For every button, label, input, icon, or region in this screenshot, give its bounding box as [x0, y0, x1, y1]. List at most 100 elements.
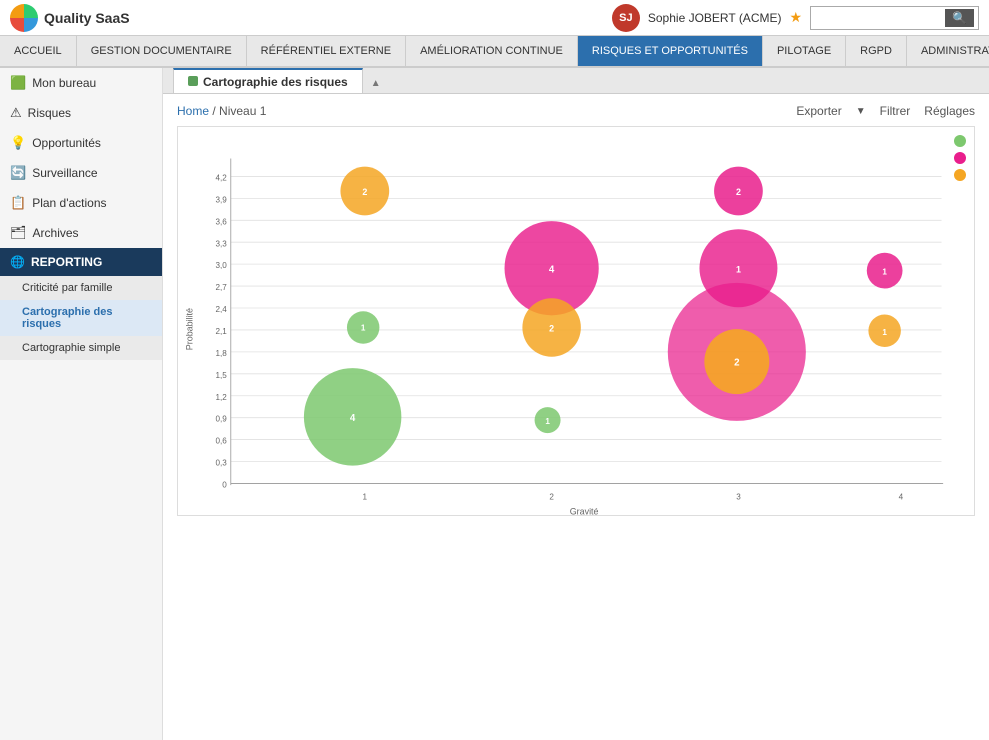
svg-text:2: 2: [549, 324, 554, 334]
svg-text:3,0: 3,0: [215, 261, 227, 270]
nav-item-accueil[interactable]: ACCUEIL: [0, 36, 77, 66]
tab-collapse-icon[interactable]: ▲: [365, 74, 387, 93]
svg-text:4,2: 4,2: [215, 173, 227, 182]
star-icon[interactable]: ★: [789, 9, 802, 26]
svg-text:3,9: 3,9: [215, 195, 227, 204]
sidebar-item-mon-bureau[interactable]: 🟩 Mon bureau: [0, 68, 162, 98]
sidebar-label-4: Plan d'actions: [32, 196, 106, 210]
sidebar-item-risques[interactable]: ⚠ Risques: [0, 98, 162, 128]
username: Sophie JOBERT (ACME): [648, 11, 782, 25]
sidebar: 🟩 Mon bureau ⚠ Risques 💡 Opportunités 🔄 Surveil…: [0, 68, 163, 740]
svg-text:2,1: 2,1: [215, 327, 227, 336]
export-chevron: ▼: [856, 106, 866, 117]
sidebar-sub-menu: Criticité par familleCartographie des ri…: [0, 276, 162, 360]
sidebar-icon-5: 🗂: [10, 225, 27, 241]
logo-icon: [10, 4, 38, 32]
sidebar-icon-2: 💡: [10, 135, 26, 151]
x-axis: 1 2 3 4: [363, 493, 904, 502]
svg-text:1: 1: [736, 264, 741, 274]
sidebar-item-opportunités[interactable]: 💡 Opportunités: [0, 128, 162, 158]
svg-text:0: 0: [222, 481, 227, 490]
sidebar-reporting-header: 🌐 REPORTING: [0, 248, 162, 276]
tab-label: Cartographie des risques: [203, 75, 348, 89]
legend-green: [954, 135, 966, 147]
svg-text:4: 4: [549, 264, 555, 275]
nav-item-référentiel-externe[interactable]: RÉFÉRENTIEL EXTERNE: [247, 36, 406, 66]
nav-item-rgpd[interactable]: RGPD: [846, 36, 907, 66]
export-button[interactable]: Exporter: [796, 104, 841, 118]
nav-item-risques-et-opportunités[interactable]: RISQUES ET OPPORTUNITÉS: [578, 36, 763, 66]
svg-text:0,6: 0,6: [215, 437, 227, 446]
svg-text:2: 2: [734, 358, 740, 369]
breadcrumb-home[interactable]: Home: [177, 104, 209, 118]
tab-dot: [188, 76, 198, 86]
reporting-label: REPORTING: [31, 255, 102, 269]
sidebar-item-archives[interactable]: 🗂 Archives: [0, 218, 162, 248]
svg-text:1: 1: [882, 328, 887, 337]
svg-text:1,8: 1,8: [215, 349, 227, 358]
sidebar-label-3: Surveillance: [32, 166, 97, 180]
chart-legend: [954, 135, 966, 181]
svg-text:2: 2: [362, 187, 367, 197]
chart-container: 0 0,3 0,6 0,9 1,2 1,5 1,8: [177, 126, 975, 516]
svg-text:1: 1: [545, 417, 550, 426]
svg-text:Gravité: Gravité: [570, 506, 599, 515]
svg-text:3,6: 3,6: [215, 217, 227, 226]
nav-item-amélioration-continue[interactable]: AMÉLIORATION CONTINUE: [406, 36, 578, 66]
svg-text:3: 3: [736, 493, 741, 502]
svg-text:3,3: 3,3: [215, 239, 227, 248]
sidebar-sub-item-1[interactable]: Cartographie des risques: [0, 300, 162, 336]
legend-pink: [954, 152, 966, 164]
nav-item-administration[interactable]: ADMINISTRATION: [907, 36, 989, 66]
svg-text:1: 1: [363, 493, 368, 502]
breadcrumb-level: Niveau 1: [219, 104, 266, 118]
sidebar-label-2: Opportunités: [32, 136, 101, 150]
sidebar-sub-item-2[interactable]: Cartographie simple: [0, 336, 162, 360]
svg-text:2,4: 2,4: [215, 305, 227, 314]
sidebar-item-plan-d'actions[interactable]: 📋 Plan d'actions: [0, 188, 162, 218]
page-content: Home / Niveau 1 Exporter ▼ Filtrer Régla…: [163, 94, 989, 740]
sidebar-main-section: 🟩 Mon bureau ⚠ Risques 💡 Opportunités 🔄 Surveil…: [0, 68, 162, 248]
avatar: SJ: [612, 4, 640, 32]
reporting-icon: 🌐: [10, 255, 25, 269]
search-button[interactable]: 🔍: [945, 9, 974, 27]
navbar: ACCUEILGESTION DOCUMENTAIRERÉFÉRENTIEL E…: [0, 36, 989, 68]
svg-text:2: 2: [736, 187, 741, 197]
breadcrumb: Home / Niveau 1: [177, 104, 266, 118]
svg-text:1,2: 1,2: [215, 393, 227, 402]
sidebar-icon-4: 📋: [10, 195, 26, 211]
sidebar-label-0: Mon bureau: [32, 76, 96, 90]
svg-text:4: 4: [350, 413, 356, 424]
nav-item-pilotage[interactable]: PILOTAGE: [763, 36, 846, 66]
bubble-chart: 0 0,3 0,6 0,9 1,2 1,5 1,8: [178, 127, 974, 515]
sidebar-icon-1: ⚠: [10, 105, 22, 121]
sidebar-item-surveillance[interactable]: 🔄 Surveillance: [0, 158, 162, 188]
svg-text:1: 1: [361, 324, 366, 333]
filter-button[interactable]: Filtrer: [880, 104, 911, 118]
svg-text:1: 1: [882, 268, 887, 277]
tab-strip: Cartographie des risques ▲: [163, 68, 989, 94]
svg-text:2,7: 2,7: [215, 283, 227, 292]
logo-area: Quality SaaS: [10, 4, 130, 32]
settings-button[interactable]: Réglages: [924, 104, 975, 118]
app-title: Quality SaaS: [44, 10, 130, 26]
sidebar-sub-item-0[interactable]: Criticité par famille: [0, 276, 162, 300]
main-layout: 🟩 Mon bureau ⚠ Risques 💡 Opportunités 🔄 Surveil…: [0, 68, 989, 740]
svg-text:2: 2: [549, 493, 554, 502]
content-area: Cartographie des risques ▲ Home / Niveau…: [163, 68, 989, 740]
svg-text:0,9: 0,9: [215, 415, 227, 424]
nav-item-gestion-documentaire[interactable]: GESTION DOCUMENTAIRE: [77, 36, 247, 66]
toolbar: Exporter ▼ Filtrer Réglages: [796, 104, 975, 118]
svg-text:Probabilité: Probabilité: [185, 308, 195, 350]
sidebar-icon-0: 🟩: [10, 75, 26, 91]
sidebar-icon-3: 🔄: [10, 165, 26, 181]
user-area: SJ Sophie JOBERT (ACME) ★ 🔍: [612, 4, 979, 32]
search-input[interactable]: [815, 11, 945, 25]
tab-cartographie-des-risques[interactable]: Cartographie des risques: [173, 68, 363, 93]
sidebar-label-5: Archives: [33, 226, 79, 240]
svg-text:0,3: 0,3: [215, 459, 227, 468]
search-box: 🔍: [810, 6, 979, 30]
topbar: Quality SaaS SJ Sophie JOBERT (ACME) ★ 🔍: [0, 0, 989, 36]
sidebar-label-1: Risques: [28, 106, 71, 120]
svg-text:4: 4: [899, 493, 904, 502]
